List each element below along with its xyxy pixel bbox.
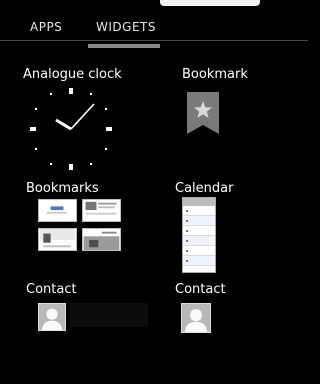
calendar-row — [183, 216, 215, 226]
status-bar-fragment — [160, 0, 260, 6]
calendar-row — [183, 226, 215, 236]
bookmark-star-icon[interactable] — [187, 92, 219, 134]
tab-selected-indicator — [88, 44, 160, 48]
bookmark-thumbnail — [82, 199, 121, 222]
bookmark-thumbnail — [82, 228, 121, 251]
widget-label-analogue-clock: Analogue clock — [23, 67, 122, 82]
contact-drag-preview — [70, 303, 148, 327]
contact-avatar-icon[interactable] — [181, 303, 211, 333]
calendar-row — [183, 256, 215, 266]
tab-widgets[interactable]: WIDGETS — [96, 20, 156, 34]
tab-apps[interactable]: APPS — [30, 20, 62, 34]
widget-label-contact-2: Contact — [175, 282, 226, 297]
calendar-row — [183, 236, 215, 246]
widget-label-contact: Contact — [26, 282, 77, 297]
calendar-header — [183, 198, 215, 206]
widget-label-calendar: Calendar — [175, 181, 234, 196]
calendar-row — [183, 206, 215, 216]
contact-avatar-icon[interactable] — [38, 303, 66, 331]
calendar-row — [183, 246, 215, 256]
tab-divider — [0, 40, 308, 41]
calendar-icon[interactable] — [182, 197, 216, 273]
widget-label-bookmarks: Bookmarks — [26, 181, 99, 196]
bookmarks-thumbnails-icon[interactable] — [38, 199, 123, 252]
bookmark-thumbnail — [38, 199, 77, 222]
analogue-clock-icon[interactable] — [28, 86, 114, 172]
tab-bar: APPS WIDGETS — [0, 10, 308, 50]
widget-label-bookmark: Bookmark — [182, 67, 248, 82]
bookmark-thumbnail — [38, 228, 77, 251]
